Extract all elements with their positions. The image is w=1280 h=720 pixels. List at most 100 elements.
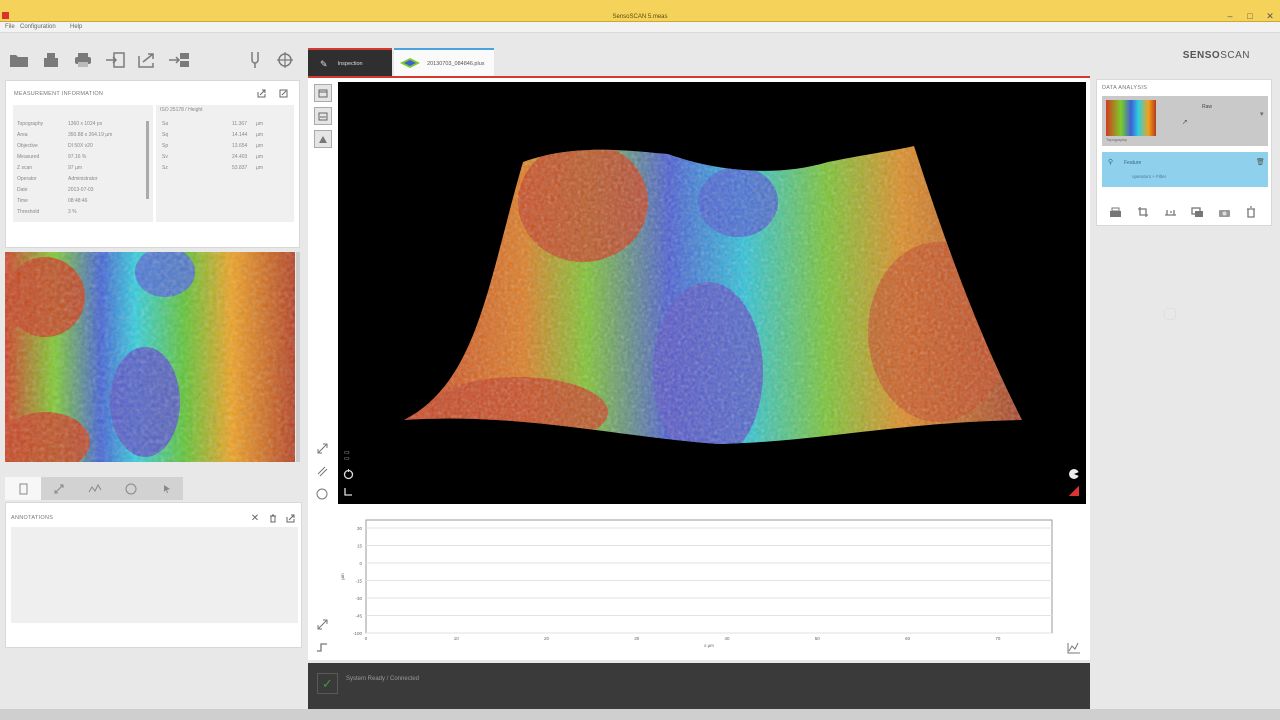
scrollbar[interactable] <box>146 121 149 199</box>
view-side-icon[interactable] <box>314 107 332 125</box>
save-icon[interactable] <box>40 50 62 70</box>
step-icon[interactable] <box>314 639 330 655</box>
param-unit: µm <box>256 165 264 171</box>
close-icon[interactable]: ✕ <box>1264 11 1276 22</box>
thumbnail-scrollbar[interactable] <box>296 252 300 462</box>
surface-mesh[interactable] <box>398 142 1028 462</box>
menu-configuration[interactable]: Configuration <box>20 24 56 30</box>
measurement-label: Time <box>17 198 28 204</box>
chart-settings-icon[interactable] <box>1066 640 1082 656</box>
x-axis-label: x µm <box>704 643 714 648</box>
network-export-icon[interactable] <box>168 50 190 70</box>
rotate-icon[interactable] <box>340 466 356 482</box>
checkmark-icon: ✓ <box>317 673 338 694</box>
data-item-raw[interactable]: Topography Raw ➚ ▾ <box>1102 96 1268 146</box>
param-label: Sp <box>162 143 169 149</box>
circle-tool-icon[interactable] <box>314 486 330 502</box>
param-unit: µm <box>256 121 264 127</box>
annotations-panel: ANNOTATIONS ✕ <box>5 502 302 648</box>
measurement-value: Administrator <box>68 176 98 182</box>
print-icon[interactable] <box>72 50 94 70</box>
import-icon[interactable] <box>104 50 126 70</box>
param-unit: µm <box>256 143 264 149</box>
delete-icon[interactable] <box>268 513 278 523</box>
topography-2d-view[interactable] <box>5 252 295 462</box>
x-tick-label: 40 <box>725 636 731 641</box>
menu-help[interactable]: Help <box>70 24 82 30</box>
tab-circle[interactable] <box>113 477 149 500</box>
profile-chart-area: 30 15 0 -15 -30 -45 -100 0 10 20 30 40 50 60 70 x µm µm <box>338 512 1086 652</box>
surface-icon <box>399 57 421 71</box>
x-tick-label: 10 <box>454 636 460 641</box>
title-bar: SensoSCAN 5.meas – □ ✕ <box>0 0 1280 22</box>
tab-file[interactable]: 20130703_084846.plux <box>394 48 494 78</box>
tab-distance[interactable] <box>41 477 77 500</box>
crop-icon[interactable] <box>1135 204 1151 220</box>
view-3d-icon[interactable] <box>314 130 332 148</box>
data-analysis-panel: DATA ANALYSIS Topography Raw ➚ ▾ ⚲ Featu… <box>1096 79 1272 226</box>
level-icon[interactable] <box>1162 204 1178 220</box>
measurement-label: Date <box>17 187 28 193</box>
view-top-icon[interactable] <box>314 84 332 102</box>
target-icon[interactable] <box>274 50 296 70</box>
feature-title: Feature <box>1124 160 1142 166</box>
axes-icon[interactable] <box>340 484 356 500</box>
param-label: Sz <box>162 165 168 171</box>
expand-icon[interactable] <box>314 440 330 456</box>
annotations-title: ANNOTATIONS <box>11 515 54 521</box>
tab-document[interactable] <box>5 477 41 500</box>
delete-feature-icon[interactable]: 🗑 <box>1256 158 1265 166</box>
probe-icon[interactable] <box>244 50 266 70</box>
menu-file[interactable]: File <box>5 24 15 30</box>
raw-title: Raw <box>1202 104 1213 110</box>
minimize-icon[interactable]: – <box>1224 11 1236 21</box>
annotations-list[interactable] <box>11 527 298 623</box>
cursor-icon: ➚ <box>1182 119 1188 126</box>
camera-icon[interactable] <box>1216 204 1232 220</box>
iso-parameters <box>156 105 294 222</box>
x-tick-label: 0 <box>365 636 368 641</box>
operator-icon[interactable] <box>1107 204 1123 220</box>
measurement-label: Objective <box>17 143 38 149</box>
params-title: ISO 25178 / Height <box>160 107 203 113</box>
brand-logo: SENSOSCAN <box>1182 50 1250 61</box>
measurement-label: Threshold <box>17 209 40 215</box>
param-value: 14.144 <box>232 132 248 138</box>
profile-chart[interactable]: 30150-15-30-45-1000 10 20 30 40 50 60 70x µmµm <box>338 512 1086 652</box>
tab-profile[interactable] <box>77 477 113 500</box>
measurement-value: 2013-07-03 <box>68 187 94 193</box>
param-value: 13.654 <box>232 143 248 149</box>
data-item-feature[interactable]: ⚲ Feature operators + Filter 🗑 <box>1102 152 1268 187</box>
y-tick-label: -30 <box>355 596 362 601</box>
share-icon[interactable] <box>256 88 266 98</box>
measurement-label: Measured <box>17 154 40 160</box>
clear-icon[interactable]: ✕ <box>250 513 260 524</box>
y-tick-label: -100 <box>353 631 363 636</box>
tab-inspection[interactable]: ✎ Inspection <box>308 48 392 78</box>
y-axis-label: µm <box>340 573 345 580</box>
measurement-value: 350.88 x 264.19 µm <box>68 132 113 138</box>
view-3d[interactable]: ▭ ▭ <box>338 82 1086 504</box>
resize-corner-icon[interactable] <box>1069 486 1079 496</box>
raw-thumbnail <box>1106 100 1156 136</box>
lighting-icon[interactable] <box>1066 466 1082 482</box>
parallel-lines-icon[interactable] <box>314 463 330 479</box>
maximize-icon[interactable]: □ <box>1244 11 1256 21</box>
tab-pointer[interactable] <box>149 477 185 500</box>
trash-icon[interactable] <box>1243 204 1259 220</box>
edit-icon[interactable] <box>278 88 288 98</box>
param-value: 24.403 <box>232 154 248 160</box>
duplicate-icon[interactable] <box>1189 204 1205 220</box>
param-value: 11.367 <box>232 121 247 127</box>
feature-sub: operators + Filter <box>1132 174 1167 179</box>
dropdown-icon[interactable]: ▾ <box>1260 110 1264 118</box>
menu-bar: File Configuration Help <box>0 22 1280 33</box>
profile-expand-icon[interactable] <box>314 616 330 632</box>
export-annotations-icon[interactable] <box>285 513 295 523</box>
axis-gizmo-labels: ▭ ▭ <box>344 450 350 462</box>
y-tick-label: -15 <box>355 579 362 584</box>
open-folder-icon[interactable] <box>8 50 30 70</box>
x-tick-label: 70 <box>995 636 1001 641</box>
x-tick-label: 50 <box>815 636 821 641</box>
export-icon[interactable] <box>136 50 158 70</box>
